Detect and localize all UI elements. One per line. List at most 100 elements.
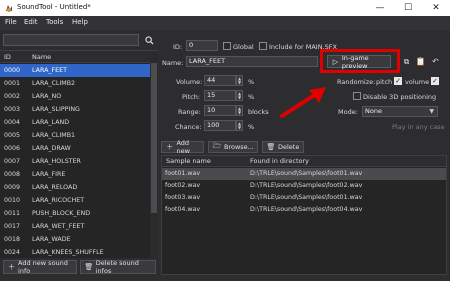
menu-bar bbox=[0, 16, 450, 30]
global-checkbox[interactable] bbox=[223, 42, 231, 50]
column-sample-name[interactable]: Sample name bbox=[166, 157, 211, 165]
menu-edit[interactable]: Edit bbox=[24, 18, 38, 26]
arrow-down-icon: ▼ bbox=[237, 124, 242, 130]
undo-button[interactable]: ↶ bbox=[429, 55, 442, 68]
copy-button[interactable]: ⧉ bbox=[400, 55, 413, 68]
list-item[interactable]: 0003 LARA_SLIPPING bbox=[0, 103, 150, 116]
check-icon: ✓ bbox=[395, 77, 401, 85]
list-item[interactable]: 0005 LARA_CLIMB1 bbox=[0, 129, 150, 142]
list-item[interactable]: 0011 PUSH_BLOCK_END bbox=[0, 207, 150, 220]
list-item-id: 0003 bbox=[4, 106, 21, 113]
menu-tools[interactable]: Tools bbox=[46, 18, 63, 26]
directory-cell: D:\TRLE\sound\Samples\foot01.wav bbox=[250, 170, 363, 177]
list-item[interactable]: 0017 LARA_WET_FEET bbox=[0, 220, 150, 233]
table-row[interactable]: foot01.wav D:\TRLE\sound\Samples\foot01.w… bbox=[162, 168, 446, 180]
list-item[interactable]: 0004 LARA_LAND bbox=[0, 116, 150, 129]
pitch-field[interactable]: 15 bbox=[204, 90, 236, 101]
mode-label: Mode: bbox=[338, 108, 358, 116]
sound-list: ID Name 0000 LARA_FEET 0001 LARA_CLIMB2 0002… bbox=[0, 50, 158, 258]
id-field[interactable]: 0 bbox=[186, 40, 218, 51]
app-icon bbox=[6, 5, 12, 12]
play-in-any-case-label: Play in any case bbox=[392, 123, 445, 131]
column-found-in-directory[interactable]: Found in directory bbox=[250, 157, 309, 165]
close-button[interactable]: ✕ bbox=[422, 0, 450, 16]
search-icon bbox=[144, 35, 154, 45]
list-item-id: 0018 bbox=[4, 236, 21, 243]
list-item[interactable]: 0009 LARA_RELOAD bbox=[0, 181, 150, 194]
list-item-name: LARA_NO bbox=[32, 93, 62, 100]
pitch-stepper[interactable]: ▲ ▼ bbox=[236, 90, 243, 101]
list-item-name: LARA_SLIPPING bbox=[32, 106, 80, 113]
clipboard-icon: 📋 bbox=[415, 57, 426, 66]
table-row[interactable]: foot03.wav D:\TRLE\sound\Samples\foot01.w… bbox=[162, 192, 446, 204]
highlight-rectangle bbox=[320, 49, 400, 73]
list-item[interactable]: 0000 LARA_FEET bbox=[0, 64, 150, 77]
pitch-unit: % bbox=[248, 93, 255, 101]
copy-icon: ⧉ bbox=[403, 56, 410, 66]
name-field[interactable]: LARA_FEET bbox=[186, 56, 318, 67]
add-sound-info-label: Add new sound info bbox=[18, 259, 68, 275]
column-name[interactable]: Name bbox=[32, 53, 51, 61]
delete-sound-infos-button[interactable]: 🗑 Delete sound infos bbox=[80, 259, 156, 275]
list-item[interactable]: 0024 LARA_KNEES_SHUFFLE bbox=[0, 246, 150, 258]
volume-field[interactable]: 44 bbox=[204, 75, 236, 86]
table-row[interactable]: foot02.wav D:\TRLE\sound\Samples\foot02.w… bbox=[162, 180, 446, 192]
browse-button[interactable]: 🗁 Browse... bbox=[208, 141, 258, 153]
disable-3d-checkbox[interactable] bbox=[353, 92, 361, 100]
mode-select[interactable]: None ▼ bbox=[362, 106, 438, 117]
trash-icon: 🗑 bbox=[84, 263, 94, 271]
chance-unit: % bbox=[248, 123, 255, 131]
randomize-volume-label: volume bbox=[405, 78, 430, 86]
table-row[interactable]: foot04.wav D:\TRLE\sound\Samples\foot04.w… bbox=[162, 204, 446, 216]
column-id[interactable]: ID bbox=[4, 53, 11, 61]
delete-file-button[interactable]: 🗑 Delete bbox=[262, 141, 304, 153]
volume-unit: % bbox=[248, 78, 255, 86]
list-item-id: 0000 bbox=[4, 67, 21, 74]
add-new-file-button[interactable]: ＋ Add new bbox=[161, 139, 204, 155]
title-bar: SoundTool - Untitled* — ☐ ✕ bbox=[0, 0, 450, 16]
range-field[interactable]: 10 bbox=[204, 105, 236, 116]
list-item-name: LARA_CLIMB2 bbox=[32, 80, 76, 87]
list-item[interactable]: 0018 LARA_WADE bbox=[0, 233, 150, 246]
check-icon: ✓ bbox=[432, 77, 438, 85]
paste-button[interactable]: 📋 bbox=[414, 55, 427, 68]
directory-cell: D:\TRLE\sound\Samples\foot04.wav bbox=[250, 206, 363, 213]
randomize-pitch-checkbox[interactable]: ✓ bbox=[394, 77, 402, 85]
list-item[interactable]: 0007 LARA_HOLSTER bbox=[0, 155, 150, 168]
sample-name-cell: foot02.wav bbox=[165, 182, 201, 189]
plus-icon: ＋ bbox=[166, 143, 174, 151]
folder-icon: 🗁 bbox=[212, 141, 222, 150]
arrow-down-icon: ▼ bbox=[237, 94, 242, 100]
arrow-down-icon: ▼ bbox=[237, 109, 242, 115]
list-item[interactable]: 0010 LARA_RICOCHET bbox=[0, 194, 150, 207]
list-item[interactable]: 0006 LARA_DRAW bbox=[0, 142, 150, 155]
include-main-sfx-checkbox[interactable] bbox=[259, 42, 267, 50]
menu-help[interactable]: Help bbox=[72, 18, 88, 26]
randomize-volume-checkbox[interactable]: ✓ bbox=[431, 77, 439, 85]
list-item-id: 0008 bbox=[4, 171, 21, 178]
volume-label: Volume: bbox=[176, 78, 203, 86]
volume-stepper[interactable]: ▲ ▼ bbox=[236, 75, 243, 86]
list-item-name: LARA_CLIMB1 bbox=[32, 132, 76, 139]
list-item-id: 0009 bbox=[4, 184, 21, 191]
plus-icon: ＋ bbox=[8, 263, 16, 271]
search-button[interactable] bbox=[142, 33, 156, 47]
chance-stepper[interactable]: ▲ ▼ bbox=[236, 120, 243, 131]
list-item-name: LARA_WADE bbox=[32, 236, 71, 243]
add-sound-info-button[interactable]: ＋ Add new sound info bbox=[3, 259, 77, 275]
list-item[interactable]: 0001 LARA_CLIMB2 bbox=[0, 77, 150, 90]
minimize-button[interactable]: — bbox=[366, 0, 394, 16]
delete-file-label: Delete bbox=[278, 143, 300, 151]
list-item-id: 0002 bbox=[4, 93, 21, 100]
list-item[interactable]: 0002 LARA_NO bbox=[0, 90, 150, 103]
maximize-button[interactable]: ☐ bbox=[394, 0, 422, 16]
range-stepper[interactable]: ▲ ▼ bbox=[236, 105, 243, 116]
list-item[interactable]: 0008 LARA_FIRE bbox=[0, 168, 150, 181]
close-icon: ✕ bbox=[432, 3, 440, 13]
pitch-label: Pitch: bbox=[182, 93, 201, 101]
chance-field[interactable]: 100 bbox=[204, 120, 236, 131]
menu-file[interactable]: File bbox=[5, 18, 17, 26]
add-new-file-label: Add new bbox=[176, 139, 190, 155]
search-input[interactable] bbox=[3, 34, 139, 46]
list-scrollbar-thumb[interactable] bbox=[151, 63, 157, 213]
